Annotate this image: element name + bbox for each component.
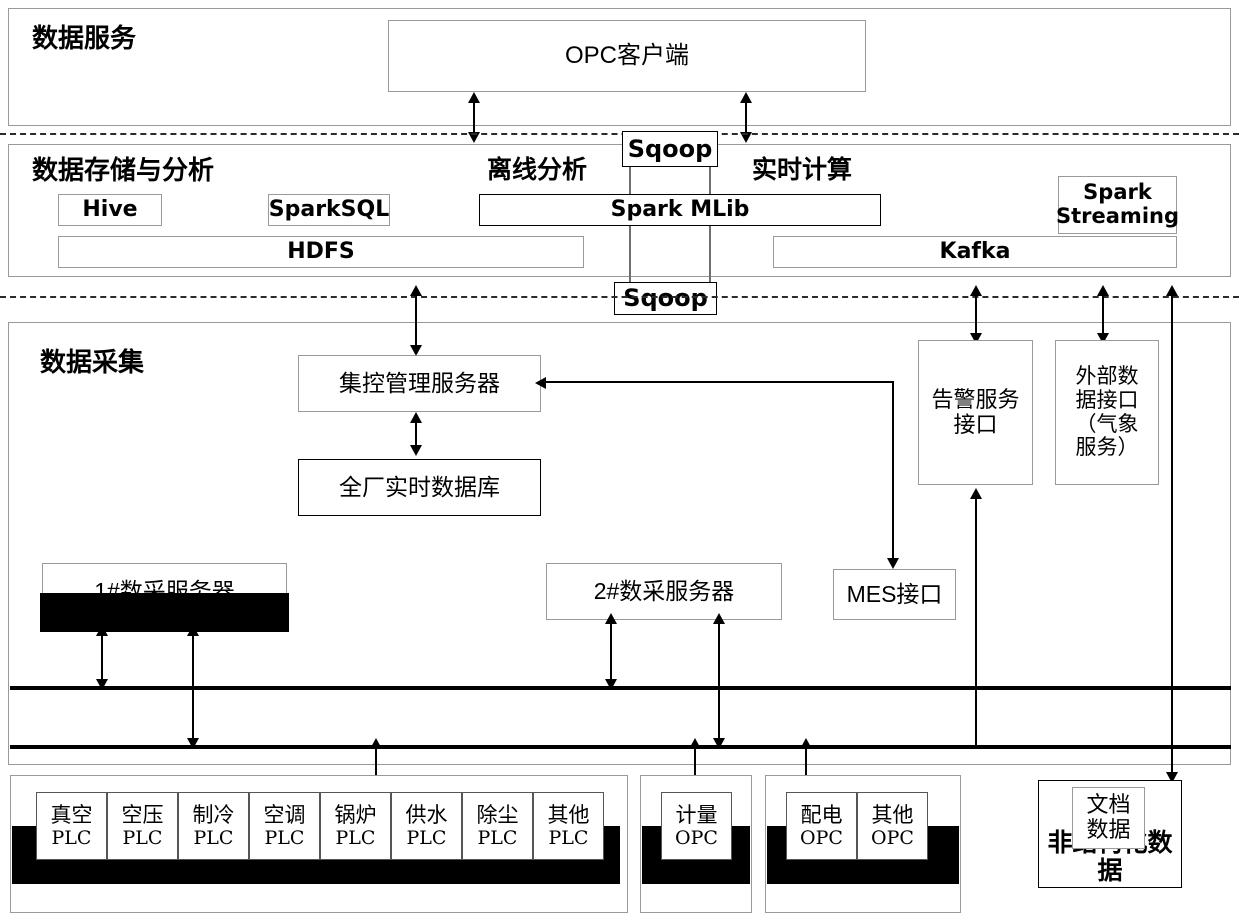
plc-cell-air-compression: 空压 PLC: [107, 792, 178, 860]
connector-daq1-b: [192, 632, 194, 745]
connector-storage-unstructured: [1171, 292, 1173, 779]
connector-daq2-a: [610, 620, 612, 686]
plc-cell-name: 除尘: [476, 802, 519, 827]
arrow-bus-opc-b-up: [800, 738, 812, 749]
plc-cell-name: 制冷: [192, 802, 235, 827]
arrow-daq1-b-down: [187, 738, 199, 749]
separator-service-storage: [0, 133, 1239, 135]
connector-daq2-b: [718, 620, 720, 745]
connector-mes-central-horizontal: [546, 381, 894, 383]
arrow-alarm-up: [970, 285, 982, 296]
offline-analysis-title: 离线分析: [487, 155, 588, 184]
hdfs-box: HDFS: [58, 236, 584, 268]
opc-cell-power-distribution: 配电 OPC: [786, 792, 857, 860]
arrow-daq1-a-down: [96, 679, 108, 690]
spark-streaming-box: Spark Streaming: [1056, 176, 1179, 234]
plc-cell-kind: PLC: [51, 827, 92, 850]
plc-cell-name: 其他: [547, 802, 590, 827]
plc-cell-kind: PLC: [548, 827, 589, 850]
plc-cell-name: 空调: [263, 802, 306, 827]
plc-cell-dust-removal: 除尘 PLC: [462, 792, 533, 860]
plc-cell-kind: PLC: [477, 827, 518, 850]
arrow-central-db-down: [410, 445, 422, 456]
connector-mes-central-vertical: [892, 381, 894, 565]
sparksql-box: SparkSQL: [268, 194, 390, 226]
plc-cell-name: 真空: [50, 802, 93, 827]
plc-cell-kind: PLC: [406, 827, 447, 850]
plc-cell-other: 其他 PLC: [533, 792, 604, 860]
redaction-bar-daq-server-1: [40, 593, 289, 632]
opc-client-box: OPC客户端: [388, 20, 866, 92]
arrow-bus-plc-up: [370, 738, 382, 749]
plc-cell-kind: PLC: [122, 827, 163, 850]
daq-server-2-box: 2#数采服务器: [546, 563, 782, 620]
arrow-opc-realtime-up: [740, 92, 752, 103]
architecture-diagram: 数据服务 OPC客户端 数据存储与分析 离线分析 实时计算 Sqoop Hive…: [0, 0, 1239, 920]
opc-cell-other: 其他 OPC: [857, 792, 928, 860]
layer-data-service-title: 数据服务: [32, 24, 137, 54]
plant-realtime-db-box: 全厂实时数据库: [298, 459, 541, 516]
opc-cell-kind: OPC: [871, 827, 914, 850]
alarm-service-box: 告警服务 接口: [918, 340, 1033, 485]
sqoop-top-box: Sqoop: [622, 131, 718, 167]
arrow-bus-alarm-up: [970, 488, 982, 499]
arrow-daq2-b-up: [713, 613, 725, 624]
kafka-box: Kafka: [773, 236, 1177, 268]
central-control-server-box: 集控管理服务器: [298, 355, 541, 412]
mes-interface-box: MES接口: [833, 569, 956, 620]
spark-mlib-box: Spark MLib: [479, 194, 881, 226]
arrow-mes-down: [887, 558, 899, 569]
arrow-daq1-b-up: [187, 625, 199, 636]
arrow-central-up: [410, 285, 422, 296]
arrow-opc-offline-up: [468, 92, 480, 103]
plc-cell-vacuum: 真空 PLC: [36, 792, 107, 860]
opc-cell-kind: OPC: [675, 827, 718, 850]
arrow-external-up: [1097, 285, 1109, 296]
arrow-mes-central-left: [535, 377, 546, 389]
opc-cell-metering: 计量 OPC: [661, 792, 732, 860]
opc-cell-kind: OPC: [800, 827, 843, 850]
external-data-interface-box: 外部数 据接口 （气象 服务）: [1055, 340, 1159, 485]
plc-cell-name: 锅炉: [334, 802, 377, 827]
plc-cell-water-supply: 供水 PLC: [391, 792, 462, 860]
arrow-daq1-a-up: [96, 625, 108, 636]
arrow-bus-opc-a-up: [689, 738, 701, 749]
arrow-daq2-a-down: [605, 679, 617, 690]
arrow-unstructured-up: [1166, 285, 1178, 296]
arrow-central-db-up: [410, 412, 422, 423]
layer-data-storage-title: 数据存储与分析: [32, 156, 215, 186]
unstructured-data-inner-box: 文档 数据: [1072, 787, 1145, 849]
separator-storage-collect: [0, 296, 1239, 298]
hive-box: Hive: [58, 194, 162, 226]
plc-cell-refrigeration: 制冷 PLC: [178, 792, 249, 860]
plc-cell-name: 供水: [405, 802, 448, 827]
sqoop-bottom-box: Sqoop: [614, 282, 717, 315]
arrow-daq2-b-down: [713, 738, 725, 749]
plc-cell-air-conditioning: 空调 PLC: [249, 792, 320, 860]
connector-daq1-a: [101, 632, 103, 686]
plc-cell-name: 空压: [121, 802, 164, 827]
connector-bus-alarm: [975, 495, 977, 748]
realtime-compute-title: 实时计算: [752, 155, 853, 184]
plc-cell-boiler: 锅炉 PLC: [320, 792, 391, 860]
connector-storage-central: [415, 292, 417, 352]
opc-cell-name: 其他: [871, 802, 914, 827]
plc-cell-kind: PLC: [193, 827, 234, 850]
arrow-daq2-a-up: [605, 613, 617, 624]
opc-cell-name: 配电: [800, 802, 843, 827]
layer-data-collect-title: 数据采集: [40, 348, 145, 378]
plc-cell-kind: PLC: [264, 827, 305, 850]
opc-cell-name: 计量: [675, 802, 718, 827]
plc-cell-kind: PLC: [335, 827, 376, 850]
